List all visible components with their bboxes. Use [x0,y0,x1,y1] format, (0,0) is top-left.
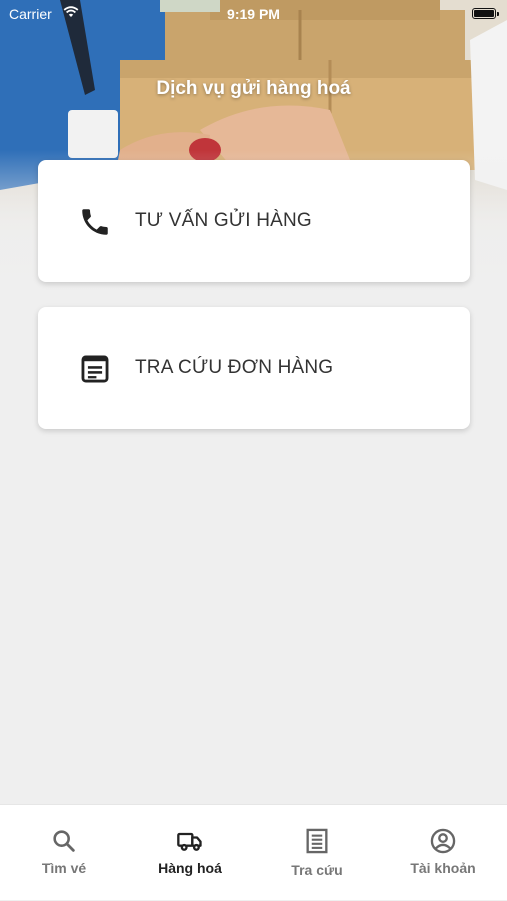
search-icon [53,830,75,852]
account-circle-icon [430,828,456,854]
receipt-icon [306,828,328,854]
consult-shipping-label: TƯ VẤN GỬI HÀNG [135,210,312,231]
tab-goods-label: Hàng hoá [158,860,222,876]
tab-lookup[interactable]: Tra cứu [254,805,380,901]
bottom-tab-bar: Tìm vé Hàng hoá Tra cứu Tài khoản [0,804,507,900]
tab-search-label: Tìm vé [41,860,87,876]
tab-goods[interactable]: Hàng hoá [127,805,253,901]
track-order-label: TRA CỨU ĐƠN HÀNG [135,357,334,378]
consult-shipping-card[interactable]: TƯ VẤN GỬI HÀNG [38,160,470,282]
tab-account[interactable]: Tài khoản [380,805,506,901]
tab-account-label: Tài khoản [410,860,476,876]
document-list-icon [81,355,109,383]
status-bar: Carrier 9:19 PM [0,0,507,28]
track-order-card[interactable]: TRA CỨU ĐƠN HÀNG [38,307,470,429]
battery-icon [472,8,499,19]
page-title: Dịch vụ gửi hàng hoá [156,78,351,99]
truck-icon [177,832,202,851]
tab-search-tickets[interactable]: Tìm vé [1,805,127,901]
phone-icon [82,209,108,235]
tab-lookup-label: Tra cứu [291,862,343,878]
status-time: 9:19 PM [227,6,280,22]
